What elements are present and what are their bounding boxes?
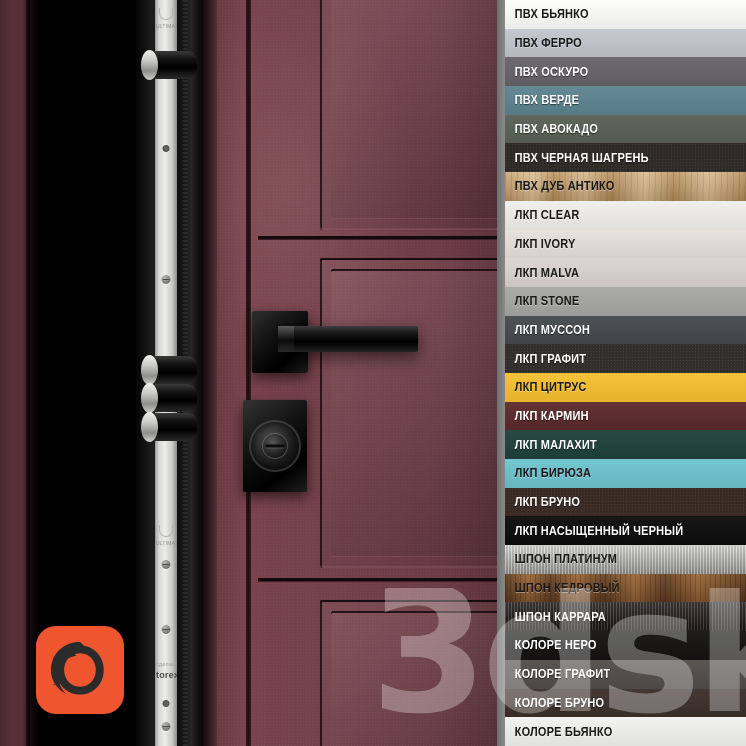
faceplate-torex-brand: torex (156, 670, 180, 680)
swatch-row[interactable]: ЛКП CLEAR (505, 200, 746, 230)
swatch-row[interactable]: ПВХ ВЕРДЕ (505, 86, 746, 115)
swatch-row[interactable]: ПВХ АВОКАДО (505, 114, 746, 144)
door-stile-groove (246, 0, 251, 746)
door-panel-middle (320, 258, 497, 568)
swatch-row[interactable]: ШПОН КЕДРОВЫЙ (505, 573, 746, 603)
swatch-label: ПВХ ОСКУРО (514, 64, 589, 79)
swatch-row[interactable]: ЛКП ГРАФИТ (505, 344, 746, 373)
swatch-row[interactable]: ЛКП КАРМИН (505, 401, 746, 431)
swatch-row[interactable]: КОЛОРЕ ГРАФИТ (505, 659, 746, 689)
lock-cylinder-plate (243, 400, 307, 492)
swatch-label: ЛКП МУССОН (514, 322, 590, 337)
door-leaf-bevel (203, 0, 217, 746)
swatch-label: ЛКП НАСЫЩЕННЫЙ ЧЕРНЫЙ (514, 523, 684, 538)
door-rail-groove (258, 578, 497, 582)
swatch-label: ПВХ ФЕРРО (514, 36, 582, 51)
swatch-label: ПВХ ДУБ АНТИКО (514, 179, 615, 194)
swatch-label: ЛКП STONE (514, 294, 580, 309)
swatch-label: ПВХ ЧЕРНАЯ ШАГРЕНЬ (514, 150, 649, 165)
swatch-label: ЛКП МАЛАХИТ (514, 437, 597, 452)
swatch-row[interactable]: КОЛОРЕ БЬЯНКО (505, 717, 746, 746)
deadbolt-pin (141, 50, 197, 80)
faceplate-screw-icon (161, 625, 171, 634)
brand-u-mark-icon (159, 525, 173, 537)
deadbolt-pin (141, 355, 197, 385)
swatch-label: ПВХ ВЕРДЕ (514, 93, 580, 108)
swatch-row[interactable]: ПВХ БЬЯНКО (505, 0, 746, 29)
swatch-label: КОЛОРЕ БЬЯНКО (514, 724, 613, 739)
swatch-row[interactable]: КОЛОРЕ НЕРО (505, 631, 746, 660)
finish-swatch-legend: ПВХ БЬЯНКО ПВХ ФЕРРО ПВХ ОСКУРО ПВХ ВЕРДЕ ПВ… (497, 0, 746, 746)
swatch-row[interactable]: ЛКП БИРЮЗА (505, 459, 746, 488)
faceplate-hole-icon (162, 145, 170, 152)
swatch-row[interactable]: ЛКП IVORY (505, 229, 746, 259)
door-handle-lever (278, 326, 418, 352)
brand-u-mark-icon (159, 8, 173, 20)
door-render-image: ULTIMATE ULTIMATE сделано torex (0, 0, 497, 746)
swatch-label: ЛКП ЦИТРУС (514, 380, 587, 395)
swatch-row[interactable]: ЛКП МУССОН (505, 315, 746, 345)
swatch-label: ЛКП БРУНО (514, 495, 581, 510)
faceplate-screw-icon (161, 722, 171, 731)
swatch-row[interactable]: ШПОН КАРРАРА (505, 602, 746, 632)
faceplate-brand-bottom-text: ULTIMATE (156, 541, 182, 547)
faceplate-made-in-text: сделано (156, 662, 179, 668)
screenshot-stage: ULTIMATE ULTIMATE сделано torex ПВХ БЬЯН… (0, 0, 746, 746)
swatch-label: КОЛОРЕ ГРАФИТ (514, 667, 611, 682)
swatch-label: ЛКП БИРЮЗА (514, 466, 592, 481)
swatch-row[interactable]: КОЛОРЕ БРУНО (505, 688, 746, 718)
deadbolt-pin (141, 412, 197, 442)
door-slab-left-edge (0, 0, 30, 746)
door-panel-bottom (320, 600, 497, 746)
lock-keyhole-icon (265, 444, 285, 448)
swatch-label: КОЛОРЕ НЕРО (514, 638, 597, 653)
faceplate-brand-top-text: ULTIMATE (156, 24, 182, 30)
swatch-row[interactable]: ЛКП НАСЫЩЕННЫЙ ЧЕРНЫЙ (505, 516, 746, 546)
swatch-row[interactable]: ЛКП МАЛАХИТ (505, 430, 746, 459)
swatch-label: ПВХ АВОКАДО (514, 122, 599, 137)
swatch-row[interactable]: ЛКП STONE (505, 286, 746, 316)
door-panel-top (320, 0, 497, 230)
swatch-row[interactable]: ПВХ ДУБ АНТИКО (505, 172, 746, 201)
faceplate-screw-icon (161, 560, 171, 569)
swatch-row[interactable]: ПВХ ФЕРРО (505, 28, 746, 58)
swatch-row[interactable]: ПВХ ОСКУРО (505, 57, 746, 87)
swatch-label: ЛКП IVORY (514, 236, 576, 251)
swatch-label: ЛКП CLEAR (514, 208, 580, 223)
swatch-label: ЛКП MALVA (514, 265, 580, 280)
legend-gutter (497, 0, 505, 746)
swatch-row[interactable]: ЛКП БРУНО (505, 487, 746, 517)
swatch-label: ПВХ БЬЯНКО (514, 7, 589, 22)
faceplate-screw-icon (161, 275, 171, 284)
swatch-list: ПВХ БЬЯНКО ПВХ ФЕРРО ПВХ ОСКУРО ПВХ ВЕРДЕ ПВ… (505, 0, 746, 746)
swatch-label: ШПОН КАРРАРА (514, 609, 606, 624)
swatch-label: ШПОН КЕДРОВЫЙ (514, 581, 620, 596)
swatch-label: ЛКП ГРАФИТ (514, 351, 587, 366)
swatch-label: ШПОН ПЛАТИНУМ (514, 552, 618, 567)
door-rail-groove (258, 236, 497, 240)
deadbolt-pin (141, 383, 197, 413)
swatch-row[interactable]: ПВХ ЧЕРНАЯ ШАГРЕНЬ (505, 143, 746, 173)
swatch-row[interactable]: ШПОН ПЛАТИНУМ (505, 545, 746, 574)
swatch-row[interactable]: ЛКП MALVA (505, 258, 746, 287)
faceplate-hole-icon (162, 700, 170, 707)
swatch-row[interactable]: ЛКП ЦИТРУС (505, 372, 746, 402)
swatch-label: ЛКП КАРМИН (514, 408, 589, 423)
swatch-label: КОЛОРЕ БРУНО (514, 695, 605, 710)
corona-renderer-logo (36, 626, 124, 714)
